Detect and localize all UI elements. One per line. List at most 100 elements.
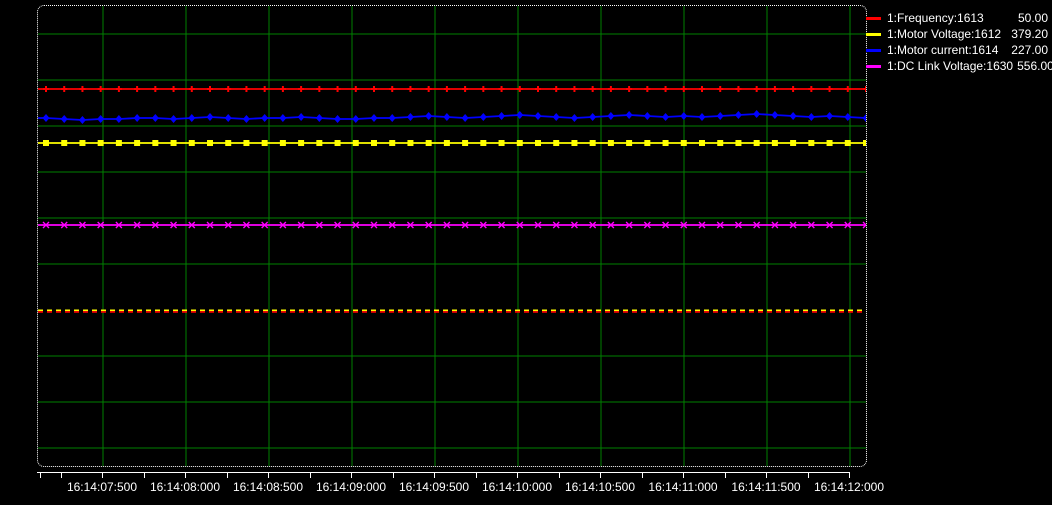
diamond-marker-icon bbox=[225, 114, 232, 122]
diamond-marker-icon bbox=[261, 114, 268, 122]
diamond-marker-icon bbox=[498, 112, 505, 120]
legend-entry[interactable]: 1:Frequency:161350.00 bbox=[866, 10, 1048, 26]
diamond-marker-icon bbox=[243, 115, 250, 123]
plus-marker-icon bbox=[152, 86, 158, 92]
plus-marker-icon bbox=[754, 86, 760, 92]
diamond-marker-icon bbox=[371, 114, 378, 122]
legend-signal-label: 1:Frequency:1613 bbox=[887, 11, 984, 25]
diamond-marker-icon bbox=[279, 114, 286, 122]
plus-marker-icon bbox=[790, 86, 796, 92]
plus-marker-icon bbox=[243, 86, 249, 92]
x-axis-tick-label: 16:14:11:000 bbox=[638, 480, 728, 494]
square-marker-icon bbox=[717, 140, 723, 146]
square-marker-icon bbox=[681, 140, 687, 146]
plus-marker-icon bbox=[134, 86, 140, 92]
legend-entry[interactable]: 1:Motor current:1614227.00 bbox=[866, 42, 1048, 58]
x-axis-tick bbox=[476, 472, 477, 478]
square-marker-icon bbox=[171, 140, 177, 146]
x-axis-tick bbox=[808, 472, 809, 478]
x-axis-tick bbox=[310, 472, 311, 478]
x-axis-tick bbox=[351, 472, 352, 478]
plus-marker-icon bbox=[717, 86, 723, 92]
x-axis-tick bbox=[434, 472, 435, 478]
square-marker-icon bbox=[43, 140, 49, 146]
diamond-marker-icon bbox=[735, 111, 742, 119]
legend-signal-value: 556.00 bbox=[1013, 59, 1052, 73]
x-axis-tick bbox=[725, 472, 726, 478]
plot-area[interactable] bbox=[37, 5, 867, 467]
x-axis-tick bbox=[517, 472, 518, 478]
diamond-marker-icon bbox=[425, 112, 432, 120]
x-axis-tick bbox=[683, 472, 684, 478]
square-marker-icon bbox=[61, 140, 67, 146]
diamond-marker-icon bbox=[207, 113, 214, 121]
x-axis-tick-label: 16:14:09:500 bbox=[389, 480, 479, 494]
plus-marker-icon bbox=[389, 86, 395, 92]
legend: 1:Frequency:161350.001:Motor Voltage:161… bbox=[866, 10, 1048, 74]
plus-marker-icon bbox=[571, 86, 577, 92]
diamond-marker-icon bbox=[626, 111, 633, 119]
plus-marker-icon bbox=[280, 86, 286, 92]
legend-signal-label: 1:Motor current:1614 bbox=[887, 43, 998, 57]
square-marker-icon bbox=[243, 140, 249, 146]
diamond-marker-icon bbox=[43, 114, 50, 122]
plus-marker-icon bbox=[827, 86, 833, 92]
plus-marker-icon bbox=[590, 86, 596, 92]
plus-marker-icon bbox=[735, 86, 741, 92]
x-axis-tick bbox=[600, 472, 601, 478]
square-marker-icon bbox=[608, 140, 614, 146]
square-marker-icon bbox=[207, 140, 213, 146]
diamond-marker-icon bbox=[863, 114, 867, 122]
plus-marker-icon bbox=[644, 86, 650, 92]
square-marker-icon bbox=[79, 140, 85, 146]
red-line-swatch bbox=[866, 17, 881, 20]
plus-marker-icon bbox=[116, 86, 122, 92]
square-marker-icon bbox=[116, 140, 122, 146]
x-axis-tick-label: 16:14:12:000 bbox=[804, 480, 894, 494]
x-axis-tick bbox=[559, 472, 560, 478]
plus-marker-icon bbox=[371, 86, 377, 92]
square-marker-icon bbox=[499, 140, 505, 146]
diamond-marker-icon bbox=[680, 112, 687, 120]
diamond-marker-icon bbox=[717, 112, 724, 120]
legend-entry[interactable]: 1:Motor Voltage:1612379.20 bbox=[866, 26, 1048, 42]
diamond-marker-icon bbox=[553, 113, 560, 121]
yellow-line-swatch bbox=[866, 33, 881, 36]
plus-marker-icon bbox=[863, 86, 866, 92]
x-axis-tick-label: 16:14:11:500 bbox=[721, 480, 811, 494]
plus-marker-icon bbox=[189, 86, 195, 92]
diamond-marker-icon bbox=[808, 113, 815, 121]
legend-entry[interactable]: 1:DC Link Voltage:1630556.00 bbox=[866, 58, 1048, 74]
diamond-marker-icon bbox=[571, 114, 578, 122]
x-axis-tick-label: 16:14:10:000 bbox=[472, 480, 562, 494]
diamond-marker-icon bbox=[790, 112, 797, 120]
square-marker-icon bbox=[845, 140, 851, 146]
square-marker-icon bbox=[772, 140, 778, 146]
square-marker-icon bbox=[225, 140, 231, 146]
x-axis-tick-label: 16:14:10:500 bbox=[555, 480, 645, 494]
diamond-marker-icon bbox=[589, 113, 596, 121]
plus-marker-icon bbox=[808, 86, 814, 92]
plus-marker-icon bbox=[626, 86, 632, 92]
diamond-marker-icon bbox=[699, 113, 706, 121]
x-axis-tick-label: 16:14:08:500 bbox=[223, 480, 313, 494]
x-axis-tick bbox=[393, 472, 394, 478]
diamond-marker-icon bbox=[644, 112, 651, 120]
diamond-marker-icon bbox=[480, 113, 487, 121]
x-axis-tick bbox=[144, 472, 145, 478]
square-marker-icon bbox=[808, 140, 814, 146]
x-axis-line bbox=[37, 472, 850, 473]
diamond-marker-icon bbox=[389, 114, 396, 122]
plus-marker-icon bbox=[61, 86, 67, 92]
square-marker-icon bbox=[280, 140, 286, 146]
square-marker-icon bbox=[371, 140, 377, 146]
square-marker-icon bbox=[790, 140, 796, 146]
plus-marker-icon bbox=[499, 86, 505, 92]
x-axis-tick bbox=[102, 472, 103, 478]
plus-marker-icon bbox=[335, 86, 341, 92]
plus-marker-icon bbox=[353, 86, 359, 92]
square-marker-icon bbox=[262, 140, 268, 146]
square-marker-icon bbox=[626, 140, 632, 146]
square-marker-icon bbox=[517, 140, 523, 146]
diamond-marker-icon bbox=[407, 113, 414, 121]
